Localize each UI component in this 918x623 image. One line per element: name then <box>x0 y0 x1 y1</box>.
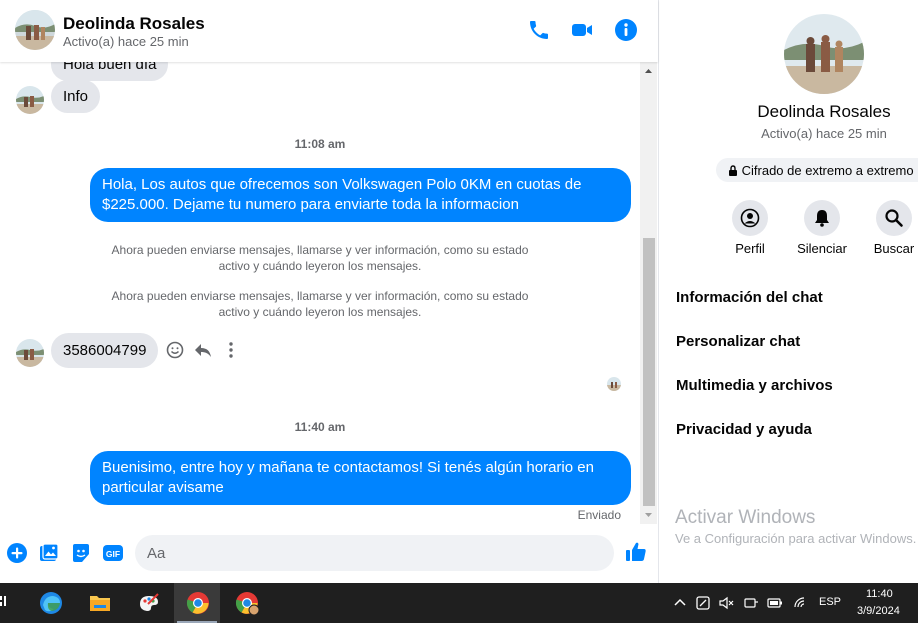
conversation-info-panel: Deolinda Rosales Activo(a) hace 25 min C… <box>659 0 918 583</box>
profile-button[interactable] <box>732 200 768 236</box>
chevron-up-icon[interactable] <box>672 595 688 611</box>
scrollbar-thumb[interactable] <box>643 238 655 506</box>
info-contact-status: Activo(a) hace 25 min <box>761 126 887 141</box>
search-icon <box>885 209 903 227</box>
message-input[interactable] <box>135 535 614 571</box>
volume-muted-icon[interactable] <box>718 595 734 611</box>
scroll-up-arrow-icon[interactable] <box>640 64 657 78</box>
taskbar-paint[interactable] <box>125 583 171 623</box>
sticker-icon[interactable] <box>70 542 92 564</box>
activation-watermark-title: Activar Windows <box>675 507 816 528</box>
chat-header: Deolinda Rosales Activo(a) hace 25 min <box>0 0 658 62</box>
system-message: Ahora pueden enviarse mensajes, llamarse… <box>111 289 529 319</box>
menu-customize-chat[interactable]: Personalizar chat <box>676 333 800 350</box>
scroll-down-arrow-icon[interactable] <box>640 508 657 522</box>
window: Deolinda Rosales Activo(a) hace 25 min H… <box>0 0 918 623</box>
contact-status: Activo(a) hace 25 min <box>63 34 189 49</box>
taskbar-file-explorer[interactable] <box>76 583 122 623</box>
message-bubble-incoming[interactable]: Hola buen día <box>51 62 169 81</box>
menu-media-files[interactable]: Multimedia y archivos <box>676 377 833 394</box>
read-receipt-avatar <box>607 377 621 391</box>
info-avatar[interactable] <box>784 14 864 94</box>
reply-icon[interactable] <box>193 340 213 360</box>
info-contact-name: Deolinda Rosales <box>757 102 891 121</box>
profile-icon <box>740 208 760 228</box>
message-list[interactable]: Hola buen día Info 11:08 am Hola, Los au… <box>0 62 640 524</box>
sent-status: Enviado <box>577 508 621 522</box>
plus-icon[interactable] <box>6 542 28 564</box>
system-message: Ahora pueden enviarse mensajes, llamarse… <box>111 243 529 273</box>
message-bubble-incoming[interactable]: Info <box>51 80 101 113</box>
more-options-icon[interactable] <box>221 340 241 360</box>
taskbar: ESP 11:40 3/9/2024 <box>0 583 918 623</box>
taskbar-chrome-active[interactable] <box>174 583 220 623</box>
react-emoji-icon[interactable] <box>165 340 185 360</box>
chrome-icon <box>186 592 209 614</box>
battery-icon[interactable] <box>767 595 783 611</box>
wifi-icon[interactable] <box>793 595 809 611</box>
task-view-icon[interactable] <box>0 595 8 611</box>
contact-avatar-small <box>16 339 44 367</box>
mute-button[interactable] <box>804 200 840 236</box>
video-icon[interactable] <box>570 18 594 42</box>
contact-name[interactable]: Deolinda Rosales <box>63 14 205 34</box>
bell-icon <box>815 210 829 227</box>
like-icon[interactable] <box>624 540 648 564</box>
display-icon[interactable] <box>743 595 759 611</box>
photo-icon[interactable] <box>38 542 60 564</box>
encryption-label: Cifrado de extremo a extremo <box>741 163 914 178</box>
language-indicator[interactable]: ESP <box>819 596 841 608</box>
message-timestamp: 11:40 am <box>294 420 346 434</box>
taskbar-edge[interactable] <box>27 583 73 623</box>
message-bubble-outgoing[interactable]: Hola, Los autos que ofrecemos son Volksw… <box>90 168 631 222</box>
svg-text:GIF: GIF <box>106 549 120 559</box>
phone-icon[interactable] <box>527 18 551 42</box>
menu-privacy-help[interactable]: Privacidad y ayuda <box>676 421 812 438</box>
contact-avatar[interactable] <box>15 10 55 50</box>
clock-time[interactable]: 11:40 <box>866 588 893 600</box>
message-timestamp: 11:08 am <box>294 137 346 151</box>
menu-chat-info[interactable]: Información del chat <box>676 289 823 306</box>
contact-avatar-small <box>16 86 44 114</box>
taskbar-chrome-profile[interactable] <box>223 583 269 623</box>
lock-icon <box>729 165 737 176</box>
mute-label[interactable]: Silenciar <box>782 241 862 256</box>
edge-icon <box>40 592 62 614</box>
search-label[interactable]: Buscar <box>854 241 918 256</box>
search-button[interactable] <box>876 200 912 236</box>
message-bubble-outgoing[interactable]: Buenisimo, entre hoy y mañana te contact… <box>90 451 631 505</box>
clock-date[interactable]: 3/9/2024 <box>857 605 900 617</box>
gif-icon[interactable]: GIF <box>102 542 124 564</box>
encryption-badge: Cifrado de extremo a extremo <box>716 158 918 182</box>
folder-icon <box>90 596 110 611</box>
profile-label[interactable]: Perfil <box>710 241 790 256</box>
message-bubble-incoming[interactable]: 3586004799 <box>51 333 159 368</box>
activation-watermark-subtitle: Ve a Configuración para activar Windows. <box>675 531 917 546</box>
chrome-profile-icon <box>235 592 259 615</box>
chat-panel: Deolinda Rosales Activo(a) hace 25 min H… <box>0 0 658 583</box>
pen-menu-icon[interactable] <box>695 595 711 611</box>
info-icon[interactable] <box>614 18 638 42</box>
paint-icon <box>140 593 159 611</box>
